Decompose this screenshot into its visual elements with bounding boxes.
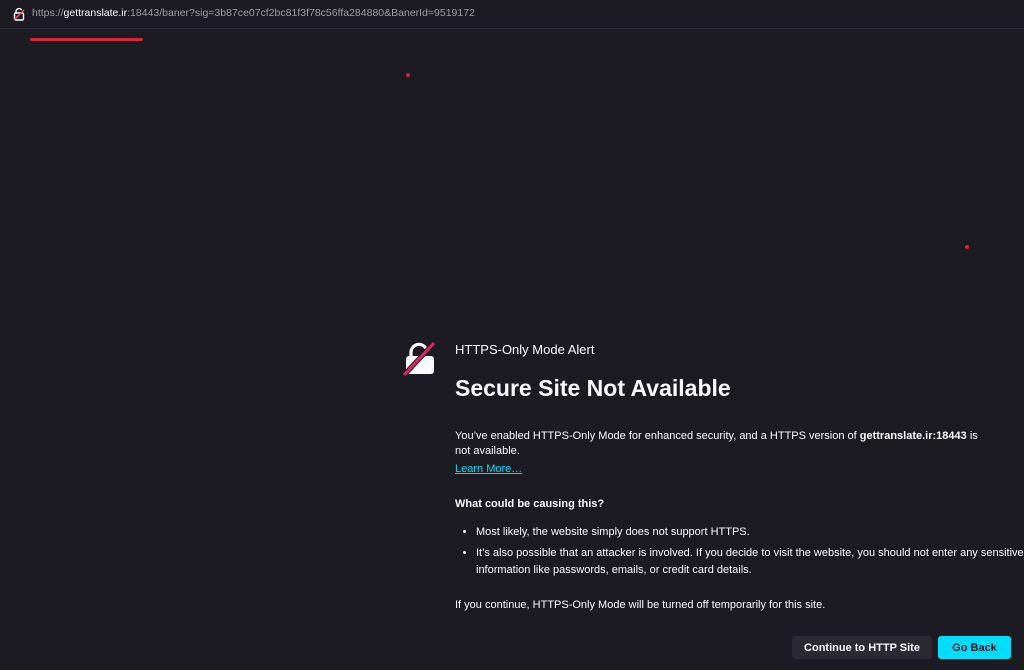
url-bar[interactable]: https://gettranslate.ir:18443/baner?sig=… xyxy=(0,0,1024,29)
url-text[interactable]: https://gettranslate.ir:18443/baner?sig=… xyxy=(32,7,475,19)
learn-more-link[interactable]: Learn More… xyxy=(455,463,522,475)
list-item: It’s also possible that an attacker is i… xyxy=(476,545,1024,579)
desc-text: You’ve enabled HTTPS-Only Mode for enhan… xyxy=(455,430,860,442)
desc-host: gettranslate.ir:18443 xyxy=(859,430,967,442)
broken-lock-icon[interactable] xyxy=(12,7,26,21)
list-item: Most likely, the website simply does not… xyxy=(476,524,1024,541)
broken-lock-icon xyxy=(400,340,438,378)
red-underline-annotation xyxy=(30,38,143,41)
continue-note: If you continue, HTTPS-Only Mode will be… xyxy=(455,599,826,611)
cause-list: Most likely, the website simply does not… xyxy=(455,524,1024,583)
go-back-button[interactable]: Go Back xyxy=(938,636,1011,659)
alert-description: You’ve enabled HTTPS-Only Mode for enhan… xyxy=(455,429,995,458)
url-scheme: https:// xyxy=(32,7,64,19)
url-host: gettranslate.ir xyxy=(63,7,128,19)
red-dot-annotation xyxy=(965,245,969,249)
url-path: :18443/baner?sig=3b87ce07cf2bc81f3f78c56… xyxy=(127,7,475,19)
red-dot-annotation xyxy=(406,73,410,77)
continue-to-http-button[interactable]: Continue to HTTP Site xyxy=(792,636,932,659)
cause-heading: What could be causing this? xyxy=(455,498,605,510)
alert-subtitle: HTTPS-Only Mode Alert xyxy=(455,342,595,357)
page-title: Secure Site Not Available xyxy=(455,375,731,401)
